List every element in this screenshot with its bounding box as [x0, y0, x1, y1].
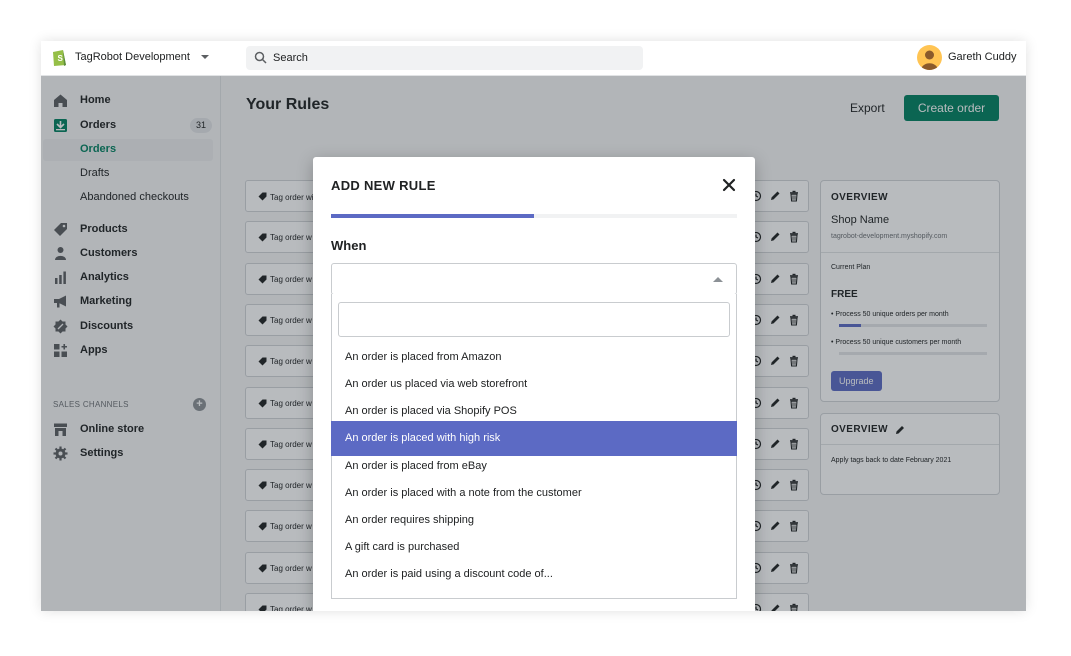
avatar[interactable] — [917, 45, 942, 70]
trigger-dropdown: An order is placed from Amazon An order u… — [331, 294, 737, 599]
chevron-down-icon[interactable] — [201, 55, 209, 59]
dropdown-option[interactable]: An order is placed with a note from the … — [331, 480, 737, 507]
dropdown-option[interactable]: A gift card is purchased — [331, 534, 737, 561]
when-label: When — [331, 238, 367, 253]
search-placeholder: Search — [273, 52, 308, 64]
user-name[interactable]: Gareth Cuddy — [948, 51, 1016, 63]
top-bar: S TagRobot Development Search Gareth Cud… — [41, 41, 1026, 76]
add-rule-modal: ADD NEW RULE When An order is placed fro… — [313, 157, 755, 611]
shopify-logo-icon[interactable]: S — [51, 47, 68, 67]
modal-title: ADD NEW RULE — [331, 178, 436, 193]
caret-up-icon[interactable] — [713, 277, 723, 282]
dropdown-option[interactable]: An order requires shipping — [331, 507, 737, 534]
dropdown-option[interactable]: An order us placed via web storefront — [331, 371, 737, 398]
search-bar[interactable]: Search — [246, 46, 643, 70]
search-icon — [254, 51, 267, 64]
store-name[interactable]: TagRobot Development — [75, 51, 190, 63]
dropdown-option[interactable]: An order is placed from eBay — [331, 453, 737, 480]
dropdown-option[interactable]: An order is placed from Amazon — [331, 344, 737, 371]
dropdown-search-input[interactable] — [338, 302, 730, 337]
dropdown-option[interactable]: An order is placed with high risk — [331, 421, 737, 456]
dropdown-option[interactable]: An order is paid using a discount code o… — [331, 561, 737, 588]
step-progress-bar — [331, 214, 737, 218]
step-progress-fill — [331, 214, 534, 218]
trigger-select[interactable] — [331, 263, 737, 295]
app-window: S TagRobot Development Search Gareth Cud… — [41, 41, 1026, 611]
svg-text:S: S — [58, 54, 64, 63]
close-icon[interactable] — [719, 175, 739, 195]
